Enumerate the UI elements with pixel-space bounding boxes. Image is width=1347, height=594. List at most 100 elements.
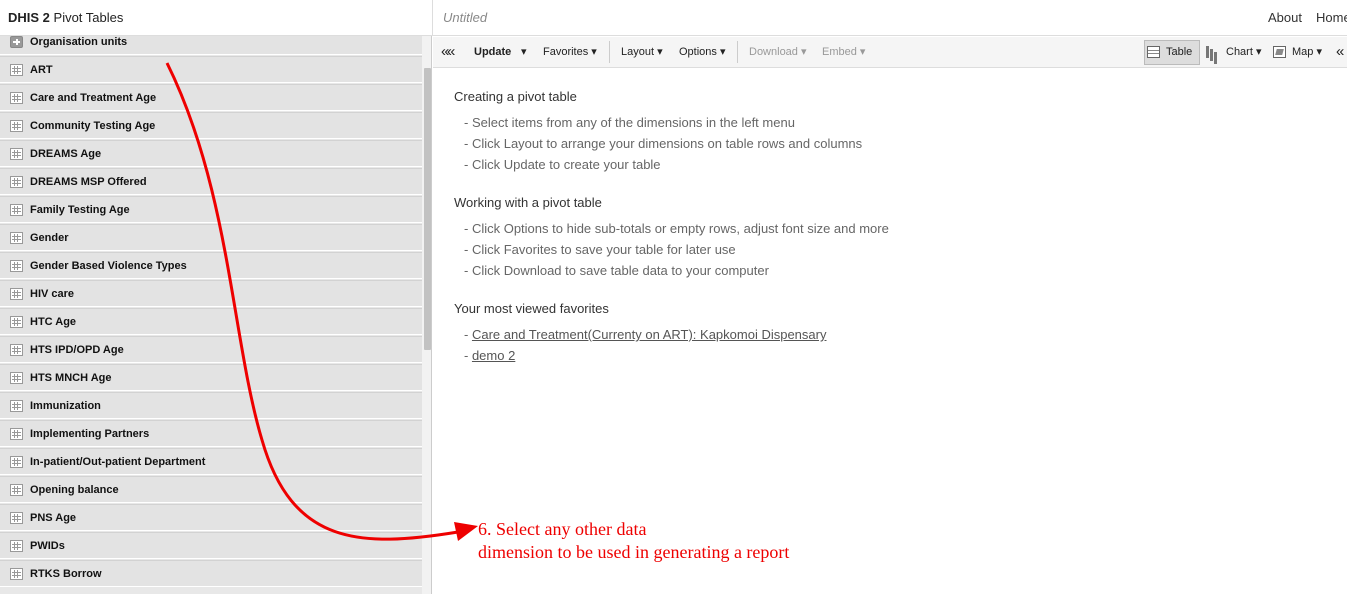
grid-icon (10, 512, 23, 524)
grid-icon (10, 260, 23, 272)
dimension-organisation-units[interactable]: Organisation units (0, 36, 422, 55)
dimension-label: HTC Age (30, 316, 77, 328)
dimension-opening-balance[interactable]: Opening balance (0, 476, 422, 503)
dimension-care-treatment-age[interactable]: Care and Treatment Age (0, 84, 422, 111)
dimension-label: DREAMS Age (30, 148, 102, 160)
grid-icon (10, 232, 23, 244)
toolbar-divider (737, 41, 738, 63)
map-view-button[interactable]: Map ▾ (1292, 37, 1322, 67)
grid-icon (10, 568, 23, 580)
dimension-label: HTS MNCH Age (30, 372, 112, 384)
sidebar-scrollbar-thumb[interactable] (424, 68, 431, 350)
dimension-label: Immunization (30, 400, 101, 412)
dimension-label: HTS IPD/OPD Age (30, 344, 124, 356)
dimension-label: PWIDs (30, 540, 65, 552)
dimension-family-testing-age[interactable]: Family Testing Age (0, 196, 422, 223)
dimension-label: Opening balance (30, 484, 119, 496)
dimension-label: ART (30, 64, 53, 76)
expand-right-button[interactable]: « (1336, 37, 1344, 67)
grid-icon (10, 176, 23, 188)
dimension-label: HIV care (30, 288, 75, 300)
favorites-section-title: Your most viewed favorites (454, 301, 609, 316)
grid-icon (10, 540, 23, 552)
dimension-inpatient-outpatient[interactable]: In-patient/Out-patient Department (0, 448, 422, 475)
dimension-label: Gender (30, 232, 69, 244)
dimension-pwids[interactable]: PWIDs (0, 532, 422, 559)
update-button[interactable]: Update (474, 37, 511, 67)
grid-icon (10, 400, 23, 412)
instruction-item: - Select items from any of the dimension… (464, 115, 795, 130)
favorite-link[interactable]: demo 2 (472, 348, 515, 363)
favorite-list-item: - demo 2 (464, 348, 515, 363)
top-bar-divider (432, 0, 433, 36)
dimension-label: Care and Treatment Age (30, 92, 157, 104)
map-icon (1273, 46, 1286, 58)
instruction-item: - Click Options to hide sub-totals or em… (464, 221, 889, 236)
dimension-community-testing-age[interactable]: Community Testing Age (0, 112, 422, 139)
app-title: DHIS 2 Pivot Tables (8, 10, 124, 25)
bullet-prefix: - (464, 348, 472, 363)
dimension-label: PNS Age (30, 512, 77, 524)
dimension-art[interactable]: ART (0, 56, 422, 83)
collapse-sidebar-icon: « (447, 43, 456, 60)
home-link[interactable]: Home (1316, 0, 1347, 36)
dimension-label: Family Testing Age (30, 204, 130, 216)
chart-view-button[interactable]: Chart ▾ (1226, 37, 1261, 67)
download-menu[interactable]: Download ▾ (749, 37, 807, 67)
dimension-htc-age[interactable]: HTC Age (0, 308, 422, 335)
dimension-hts-mnch-age[interactable]: HTS MNCH Age (0, 364, 422, 391)
toolbar: « « Update ▾ Favorites ▾ Layout ▾ Option… (433, 37, 1347, 68)
collapse-sidebar-button[interactable]: « (441, 37, 450, 67)
grid-icon (10, 428, 23, 440)
annotation-text: 6. Select any other data dimension to be… (478, 518, 789, 564)
grid-icon (10, 456, 23, 468)
expand-plus-icon (10, 36, 23, 48)
favorite-title: Untitled (443, 10, 488, 25)
dimension-label: Implementing Partners (30, 428, 150, 440)
section-title: Working with a pivot table (454, 195, 602, 210)
options-menu[interactable]: Options ▾ (679, 37, 726, 67)
annotation-line-2: dimension to be used in generating a rep… (478, 542, 790, 562)
dimension-implementing-partners[interactable]: Implementing Partners (0, 420, 422, 447)
top-bar: DHIS 2 Pivot Tables Untitled About Home (0, 0, 1347, 36)
grid-icon (10, 204, 23, 216)
embed-menu[interactable]: Embed ▾ (822, 37, 865, 67)
dimension-hts-ipd-opd-age[interactable]: HTS IPD/OPD Age (0, 336, 422, 363)
dimension-label: Organisation units (30, 36, 128, 48)
bullet-prefix: - (464, 327, 472, 342)
grid-icon (10, 148, 23, 160)
grid-icon (10, 92, 23, 104)
instruction-item: - Click Layout to arrange your dimension… (464, 136, 863, 151)
update-dropdown-button[interactable]: ▾ (521, 37, 527, 67)
dimension-pns-age[interactable]: PNS Age (0, 504, 422, 531)
dimension-dreams-msp-offered[interactable]: DREAMS MSP Offered (0, 168, 422, 195)
dimension-hiv-care[interactable]: HIV care (0, 280, 422, 307)
grid-icon (10, 288, 23, 300)
dimension-rtks-borrow[interactable]: RTKS Borrow (0, 560, 422, 587)
dimension-immunization[interactable]: Immunization (0, 392, 422, 419)
grid-icon (10, 484, 23, 496)
annotation-line-1: 6. Select any other data (478, 519, 647, 539)
dimension-gender-based-violence-types[interactable]: Gender Based Violence Types (0, 252, 422, 279)
layout-button[interactable]: Layout ▾ (621, 37, 663, 67)
dimension-label: DREAMS MSP Offered (30, 176, 147, 188)
grid-icon (10, 372, 23, 384)
instruction-item: - Click Favorites to save your table for… (464, 242, 736, 257)
grid-icon (10, 64, 23, 76)
table-icon (1147, 46, 1160, 58)
dimension-label: RTKS Borrow (30, 568, 102, 580)
grid-icon (10, 120, 23, 132)
dimension-gender[interactable]: Gender (0, 224, 422, 251)
section-title: Creating a pivot table (454, 89, 577, 104)
favorite-list-item: - Care and Treatment(Currenty on ART): K… (464, 327, 826, 342)
grid-icon (10, 316, 23, 328)
favorites-menu[interactable]: Favorites ▾ (543, 37, 597, 67)
toolbar-divider (609, 41, 610, 63)
grid-icon (10, 344, 23, 356)
dimension-label: In-patient/Out-patient Department (30, 456, 206, 468)
instruction-item: - Click Download to save table data to y… (464, 263, 769, 278)
favorite-link[interactable]: Care and Treatment(Currenty on ART): Kap… (472, 327, 827, 342)
dimension-sidebar: Organisation units ART Care and Treatmen… (0, 36, 432, 594)
about-link[interactable]: About (1268, 0, 1302, 36)
dimension-dreams-age[interactable]: DREAMS Age (0, 140, 422, 167)
